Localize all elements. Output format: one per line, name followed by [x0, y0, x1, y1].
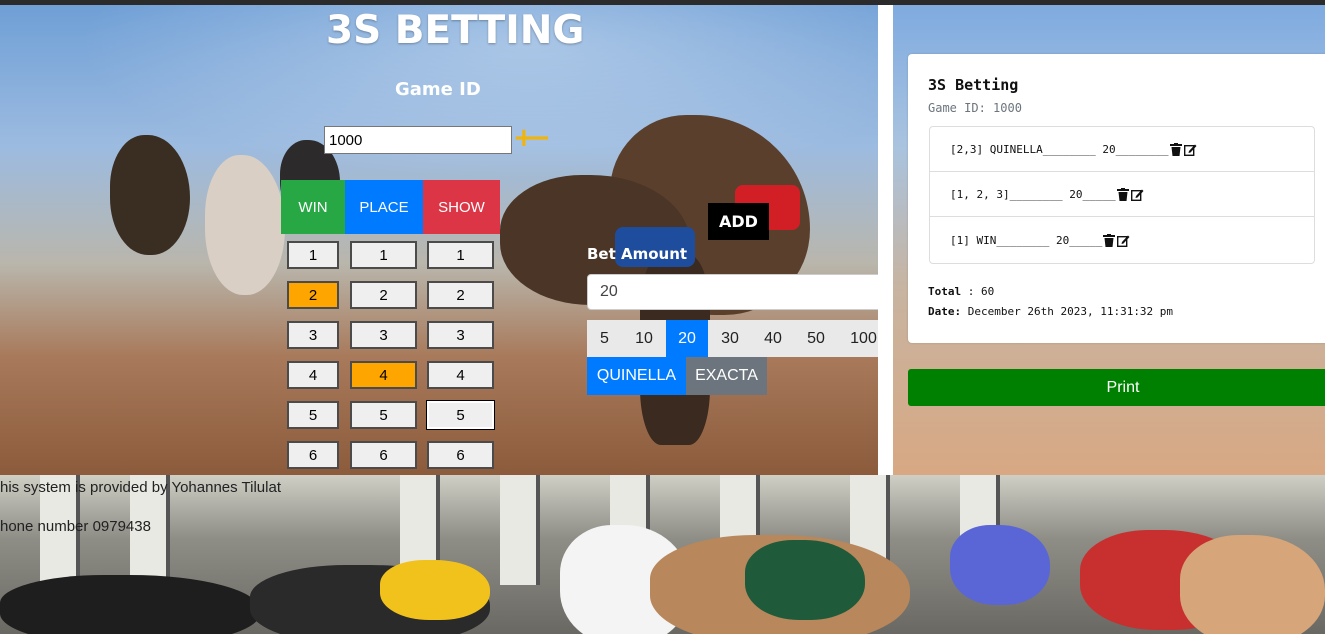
show-number-button[interactable]: 2 — [427, 281, 494, 309]
win-number-button[interactable]: 4 — [287, 361, 339, 389]
print-button[interactable]: Print — [908, 369, 1325, 406]
panel-divider — [878, 5, 893, 475]
edit-icon[interactable] — [1130, 188, 1144, 201]
total-label: Total — [928, 285, 962, 298]
amount-button-50[interactable]: 50 — [794, 320, 838, 357]
race-jacket-yellow — [380, 560, 490, 620]
show-number-button[interactable]: 6 — [427, 441, 494, 469]
greyhound-image — [1180, 535, 1325, 634]
place-number-button[interactable]: 2 — [350, 281, 417, 309]
place-number-button[interactable]: 3 — [350, 321, 417, 349]
total-value: : 60 — [967, 285, 995, 298]
bet-entry-text: [1, 2, 3]________ 20_____ — [950, 187, 1116, 201]
greyhound-image — [110, 135, 190, 255]
bet-entry-text: [1] WIN________ 20_____ — [950, 233, 1103, 247]
place-tab[interactable]: PLACE — [345, 180, 423, 234]
win-number-button[interactable]: 6 — [287, 441, 339, 469]
show-number-button[interactable]: 1 — [427, 241, 494, 269]
combo-type-buttons: QUINELLA EXACTA — [587, 357, 767, 395]
trash-icon[interactable] — [1116, 187, 1129, 201]
exacta-button[interactable]: EXACTA — [686, 357, 767, 395]
greyhound-image — [0, 575, 260, 634]
race-jacket-blue — [950, 525, 1050, 605]
list-item: [1, 2, 3]________ 20_____ — [930, 172, 1314, 217]
receipt-game-id: Game ID: 1000 — [928, 101, 1022, 115]
race-jacket-green — [745, 540, 865, 620]
bet-amount-input[interactable]: 20 — [587, 274, 889, 310]
game-id-input[interactable]: 1000 — [324, 126, 512, 154]
game-id-value: 1000 — [329, 131, 363, 149]
bet-entry-text: [2,3] QUINELLA________ 20________ — [950, 142, 1169, 156]
place-number-button[interactable]: 5 — [350, 401, 417, 429]
edit-icon[interactable] — [1183, 143, 1197, 156]
show-number-button[interactable]: 3 — [427, 321, 494, 349]
trash-icon[interactable] — [1169, 142, 1182, 156]
receipt-total: Total : 60 — [928, 285, 994, 298]
amount-button-20[interactable]: 20 — [666, 320, 708, 357]
list-item: [2,3] QUINELLA________ 20________ — [930, 127, 1314, 172]
show-tab[interactable]: SHOW — [423, 180, 500, 234]
add-button[interactable]: ADD — [708, 203, 769, 240]
place-number-button[interactable]: 6 — [350, 441, 417, 469]
bet-amount-value: 20 — [600, 283, 618, 300]
win-number-button[interactable]: 1 — [287, 241, 339, 269]
game-id-label: Game ID — [395, 79, 481, 100]
greyhound-image — [205, 155, 285, 295]
receipt-bet-list: [2,3] QUINELLA________ 20________ [1, 2,… — [929, 126, 1315, 264]
bet-receipt-card: 3S Betting Game ID: 1000 [2,3] QUINELLA_… — [908, 54, 1325, 343]
trash-icon[interactable] — [1103, 233, 1116, 247]
bet-amount-label: Bet Amount — [587, 245, 688, 263]
win-number-button[interactable]: 5 — [287, 401, 339, 429]
footer-phone-text: hone number 0979438 — [0, 518, 151, 535]
amount-button-10[interactable]: 10 — [622, 320, 666, 357]
list-item: [1] WIN________ 20_____ — [930, 217, 1314, 263]
page-title: 3S BETTING — [326, 8, 585, 53]
receipt-date: Date: December 26th 2023, 11:31:32 pm — [928, 305, 1173, 318]
amount-button-5[interactable]: 5 — [587, 320, 622, 357]
win-number-button[interactable]: 3 — [287, 321, 339, 349]
receipt-title: 3S Betting — [928, 76, 1019, 94]
footer-provider-text: his system is provided by Yohannes Tilul… — [0, 479, 281, 496]
date-value: December 26th 2023, 11:31:32 pm — [967, 305, 1174, 318]
show-number-button[interactable]: 5 — [426, 400, 495, 430]
decrement-icon[interactable]: − — [529, 124, 551, 152]
win-number-button[interactable]: 2 — [287, 281, 339, 309]
quinella-button[interactable]: QUINELLA — [587, 357, 686, 395]
bottom-banner-image — [0, 475, 1325, 634]
win-tab[interactable]: WIN — [281, 180, 345, 234]
amount-button-40[interactable]: 40 — [752, 320, 794, 357]
place-number-button[interactable]: 1 — [350, 241, 417, 269]
place-number-button[interactable]: 4 — [350, 361, 417, 389]
bet-type-tabs: WIN PLACE SHOW — [281, 180, 500, 234]
amount-button-30[interactable]: 30 — [708, 320, 752, 357]
show-number-button[interactable]: 4 — [427, 361, 494, 389]
date-label: Date: — [928, 305, 962, 318]
edit-icon[interactable] — [1117, 234, 1130, 247]
bet-amount-options: 5 10 20 30 40 50 100 — [587, 320, 889, 357]
